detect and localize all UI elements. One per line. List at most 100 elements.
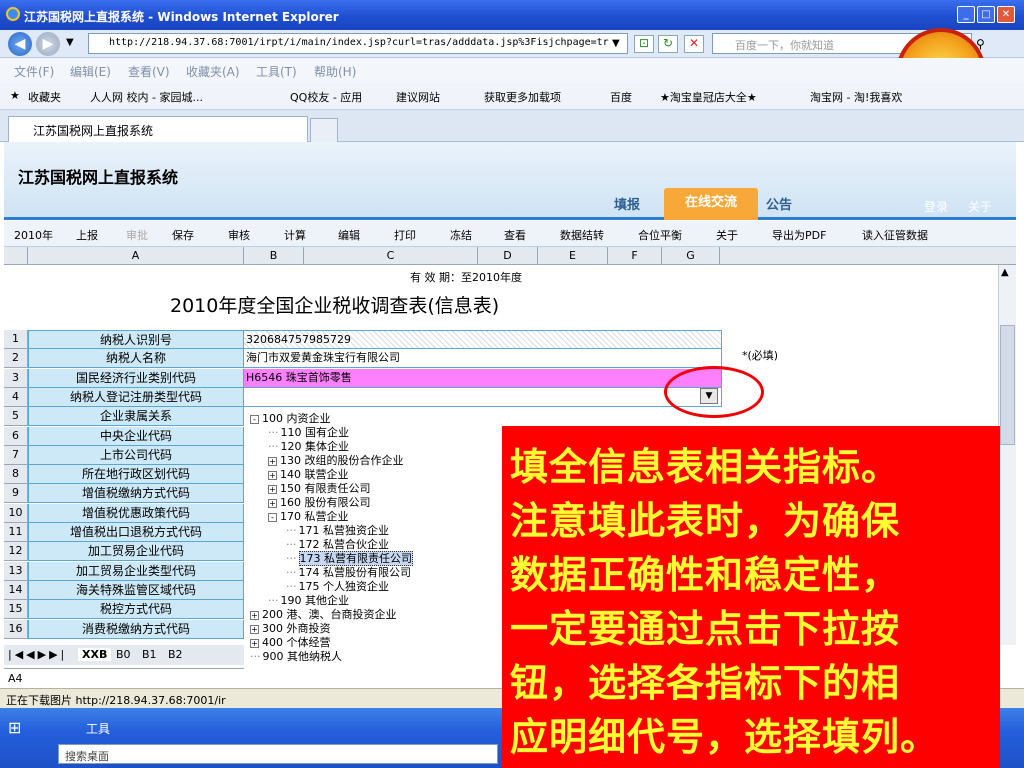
nav-tab-notice[interactable]: 公告 — [766, 194, 792, 213]
scroll-up-icon[interactable]: ▲ — [1001, 267, 1009, 278]
field-value[interactable] — [244, 387, 722, 407]
registration-type-tree: -100 内资企业 ··· 110 国有企业 ··· 120 集体企业 +130 改组的股… — [250, 410, 510, 665]
field-value[interactable]: H6546 珠宝首饰零售 — [244, 368, 722, 388]
sheet-nav-icons[interactable]: |◀◀▶▶| — [8, 648, 67, 661]
callout-line: 数据正确性和稳定性， — [510, 553, 901, 597]
column-f[interactable]: F — [608, 247, 662, 265]
field-label: 加工贸易企业类型代码 — [28, 561, 244, 581]
row-number: 4 — [4, 387, 28, 407]
menu-bar: 文件(F) 编辑(E) 查看(V) 收藏夹(A) 工具(T) 帮助(H) — [0, 58, 1024, 82]
expand-icon[interactable]: + — [268, 470, 277, 480]
menu-tools[interactable]: 工具(T) — [256, 63, 297, 80]
taskbar-tools[interactable]: 工具 — [86, 720, 110, 737]
nav-tab-fill[interactable]: 填报 — [614, 194, 640, 213]
window-title: 江苏国税网上直报系统 - Windows Internet Explorer — [24, 10, 339, 24]
callout-line: 填全信息表相关指标。 — [510, 445, 901, 489]
column-header: A B C D E F G — [4, 247, 1016, 265]
expand-icon[interactable]: + — [250, 610, 259, 620]
forward-button[interactable]: ▶ — [36, 32, 60, 56]
submit-button[interactable]: 上报 — [76, 227, 98, 243]
save-button[interactable]: 保存 — [172, 227, 194, 243]
carry-forward-button[interactable]: 数据结转 — [560, 227, 604, 243]
about-button[interactable]: 关于 — [716, 227, 738, 243]
field-label: 国民经济行业类别代码 — [28, 368, 244, 388]
calculate-button[interactable]: 计算 — [284, 227, 306, 243]
tree-node[interactable]: ··· 900 其他纳税人 — [250, 648, 342, 664]
approve-button[interactable]: 审批 — [126, 227, 148, 243]
row-number: 9 — [4, 484, 28, 504]
fav-link-qq[interactable]: QQ校友 - 应用 — [290, 89, 362, 105]
sheet-tab-b0[interactable]: B0 — [116, 648, 131, 661]
fav-link-taobao[interactable]: 淘宝网 - 淘!我喜欢 — [810, 89, 902, 105]
field-value[interactable]: 海门市双爱黄金珠宝行有限公司 — [244, 349, 722, 369]
print-button[interactable]: 打印 — [394, 227, 416, 243]
expand-icon[interactable]: + — [250, 624, 259, 634]
sheet-tab-b1[interactable]: B1 — [142, 648, 157, 661]
nav-tab-online[interactable]: 在线交流 — [664, 188, 758, 220]
back-button[interactable]: ◀ — [8, 32, 32, 56]
compat-icon[interactable]: ⊡ — [634, 35, 654, 53]
expand-icon[interactable]: + — [268, 498, 277, 508]
favorites-button[interactable]: 收藏夹 — [28, 89, 61, 105]
history-dropdown-icon[interactable]: ▼ — [66, 37, 74, 48]
scroll-thumb[interactable] — [1000, 325, 1015, 445]
windows-icon[interactable]: ⊞ — [8, 718, 28, 738]
menu-help[interactable]: 帮助(H) — [314, 63, 356, 80]
fav-link-taobao-crown[interactable]: ★淘宝皇冠店大全★ — [660, 89, 757, 105]
desktop-search-input[interactable]: 搜索桌面 — [58, 744, 498, 764]
column-c[interactable]: C — [304, 247, 478, 265]
callout-line: 应明细代号，选择填列。 — [510, 715, 940, 759]
window-title-bar: 江苏国税网上直报系统 - Windows Internet Explorer _… — [0, 0, 1024, 30]
url-input[interactable]: http://218.94.37.68:7001/irpt/i/main/ind… — [88, 33, 628, 54]
balance-button[interactable]: 合位平衡 — [638, 227, 682, 243]
minimize-button[interactable]: _ — [957, 6, 975, 23]
expand-icon[interactable]: + — [268, 456, 277, 466]
maximize-button[interactable]: □ — [977, 6, 995, 23]
menu-file[interactable]: 文件(F) — [14, 63, 54, 80]
audit-button[interactable]: 审核 — [228, 227, 250, 243]
field-value[interactable]: 320684757985729 — [244, 330, 722, 349]
vertical-scrollbar[interactable]: ▲ — [998, 265, 1016, 645]
callout-line: 注意填此表时，为确保 — [510, 499, 901, 543]
column-g[interactable]: G — [662, 247, 720, 265]
browser-tab[interactable]: 江苏国税网上直报系统 — [8, 116, 308, 142]
tree-connector: ··· — [250, 650, 261, 663]
expand-icon[interactable]: + — [250, 638, 259, 648]
url-dropdown-icon[interactable]: ▼ — [612, 38, 620, 49]
stop-icon[interactable]: ✕ — [684, 35, 704, 53]
tab-label: 江苏国税网上直报系统 — [33, 124, 154, 138]
column-d[interactable]: D — [478, 247, 538, 265]
menu-view[interactable]: 查看(V) — [128, 63, 170, 80]
fav-link-baidu[interactable]: 百度 — [610, 89, 632, 105]
field-label: 加工贸易企业代码 — [28, 542, 244, 562]
collapse-icon[interactable]: - — [268, 512, 277, 522]
sheet-tab-xxb[interactable]: XXB — [78, 648, 112, 661]
sheet-tab-b2[interactable]: B2 — [168, 648, 183, 661]
fav-link-suggested[interactable]: 建议网站 — [396, 89, 440, 105]
import-data-button[interactable]: 读入征管数据 — [862, 227, 928, 243]
column-b[interactable]: B — [244, 247, 304, 265]
new-tab-button[interactable] — [310, 118, 338, 142]
fav-link-addons[interactable]: 获取更多加载项 — [484, 89, 561, 105]
year-button[interactable]: 2010年 — [14, 227, 53, 243]
column-a[interactable]: A — [28, 247, 244, 265]
fav-link-renren[interactable]: 人人网 校内 - 家园城... — [90, 89, 203, 105]
expand-icon[interactable]: + — [268, 484, 277, 494]
validity-text: 有 效 期：至2010年度 — [410, 271, 522, 284]
login-link[interactable]: 登录 — [924, 198, 948, 215]
row-number: 15 — [4, 600, 28, 620]
menu-edit[interactable]: 编辑(E) — [70, 63, 111, 80]
address-bar: ◀ ▶ ▼ http://218.94.37.68:7001/irpt/i/ma… — [0, 30, 1024, 58]
about-link[interactable]: 关于 — [968, 198, 992, 215]
collapse-icon[interactable]: - — [250, 414, 259, 424]
edit-button[interactable]: 编辑 — [338, 227, 360, 243]
freeze-button[interactable]: 冻结 — [450, 227, 472, 243]
cell-reference: A4 — [4, 668, 244, 688]
refresh-icon[interactable]: ↻ — [658, 35, 678, 53]
menu-favorites[interactable]: 收藏夹(A) — [186, 63, 240, 80]
close-button[interactable]: ✕ — [997, 6, 1015, 23]
field-label: 税控方式代码 — [28, 600, 244, 620]
export-pdf-button[interactable]: 导出为PDF — [772, 227, 826, 243]
column-e[interactable]: E — [538, 247, 608, 265]
view-button[interactable]: 查看 — [504, 227, 526, 243]
